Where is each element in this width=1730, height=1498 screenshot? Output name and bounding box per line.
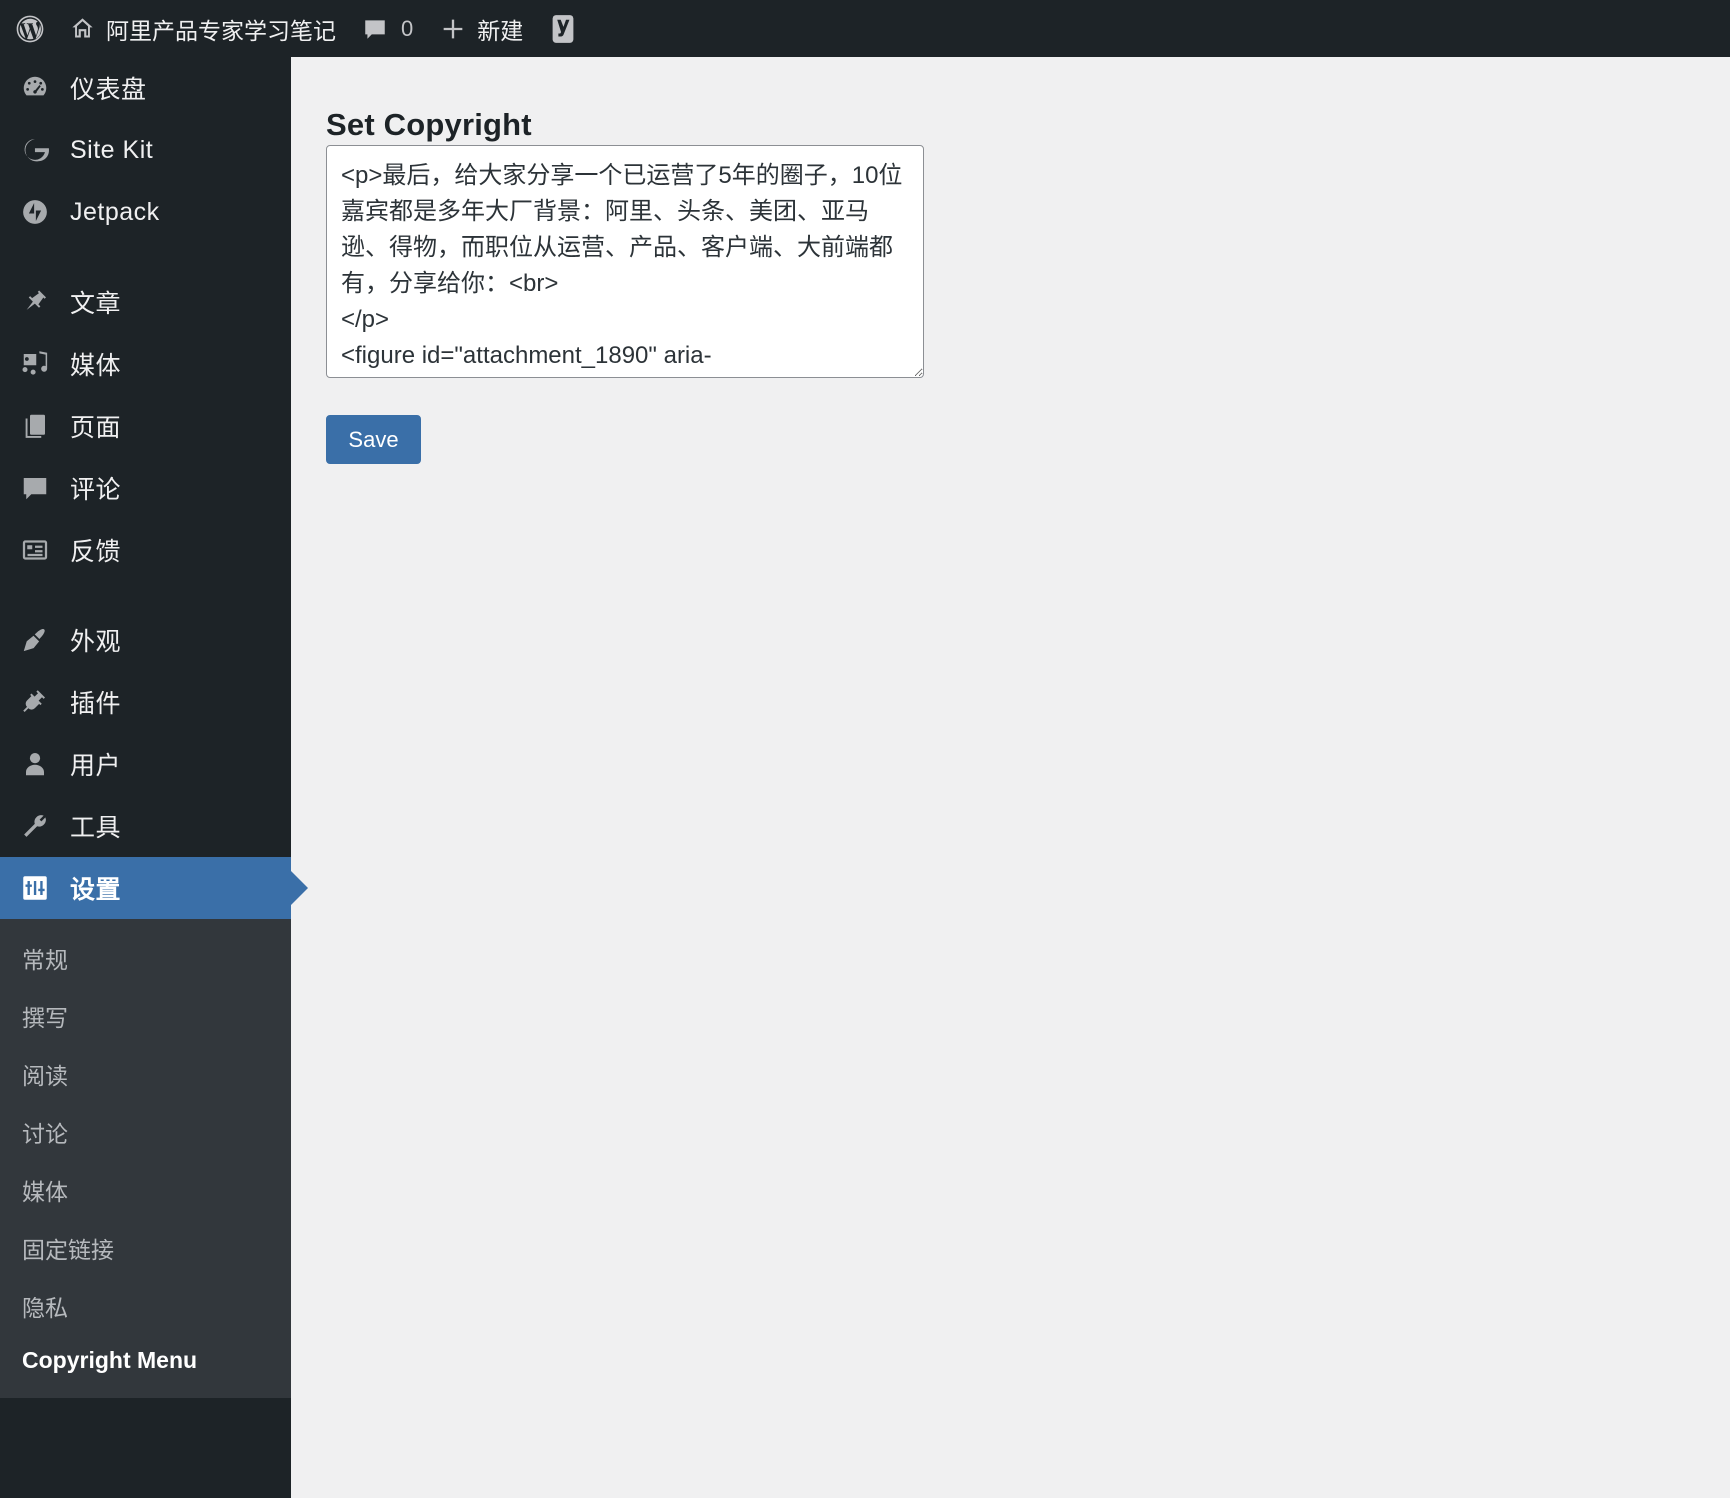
submenu-item-permalinks[interactable]: 固定链接 [0, 1219, 291, 1277]
submenu-item-media[interactable]: 媒体 [0, 1161, 291, 1219]
admin-bar: 阿里产品专家学习笔记 0 新建 [0, 0, 1730, 57]
sidebar-item-plugins[interactable]: 插件 [0, 671, 291, 733]
feedback-icon [18, 533, 52, 567]
admin-menu-list: 仪表盘 Site Kit Jetpack 文章 媒体 页面 评论 反馈 外观 插… [0, 57, 308, 1398]
submenu-item-copyright-menu[interactable]: Copyright Menu [0, 1335, 291, 1386]
media-icon [18, 347, 52, 381]
new-content-label: 新建 [477, 17, 524, 44]
sidebar-item-label: Jetpack [70, 197, 160, 226]
settings-sliders-icon [18, 871, 52, 905]
yoast-seo-logo-icon [549, 14, 577, 44]
plugin-icon [18, 685, 52, 719]
sidebar-item-label: 反馈 [70, 538, 122, 566]
sidebar-item-label: 文章 [70, 290, 122, 318]
sidebar-item-posts[interactable]: 文章 [0, 271, 291, 333]
sidebar-item-label: 工具 [70, 814, 122, 842]
sidebar-item-label: 仪表盘 [70, 76, 147, 104]
wrench-icon [18, 809, 52, 843]
copyright-textarea[interactable] [326, 145, 924, 378]
pages-icon [18, 409, 52, 443]
sidebar-item-media[interactable]: 媒体 [0, 333, 291, 395]
wordpress-logo-icon [14, 13, 46, 45]
settings-submenu-list: 常规 撰写 阅读 讨论 媒体 固定链接 隐私 Copyright Menu [0, 919, 291, 1398]
user-icon [18, 747, 52, 781]
paintbrush-icon [18, 623, 52, 657]
jetpack-icon [18, 195, 52, 229]
sidebar-item-appearance[interactable]: 外观 [0, 609, 291, 671]
sidebar-item-tools[interactable]: 工具 [0, 795, 291, 857]
sidebar-item-label: 外观 [70, 628, 122, 656]
sidebar-item-dashboard[interactable]: 仪表盘 [0, 57, 291, 119]
settings-submenu: 常规 撰写 阅读 讨论 媒体 固定链接 隐私 Copyright Menu [0, 919, 291, 1398]
comments-menu[interactable]: 0 [349, 0, 426, 57]
comments-count: 0 [401, 15, 414, 41]
menu-separator [0, 581, 291, 609]
sidebar-item-label: Site Kit [70, 135, 154, 164]
comment-bubble-icon [18, 471, 52, 505]
sidebar-item-jetpack[interactable]: Jetpack [0, 181, 291, 243]
sidebar-item-label: 插件 [70, 690, 122, 718]
home-icon [69, 15, 96, 42]
sidebar-item-pages[interactable]: 页面 [0, 395, 291, 457]
comment-bubble-icon [362, 16, 388, 42]
main-content: Set Copyright Save [291, 57, 1730, 1498]
save-button[interactable]: Save [326, 415, 421, 464]
sidebar-item-label: 媒体 [70, 352, 122, 380]
pin-icon [18, 285, 52, 319]
admin-sidebar: 仪表盘 Site Kit Jetpack 文章 媒体 页面 评论 反馈 外观 插… [0, 57, 308, 1498]
sidebar-item-settings[interactable]: 设置 [0, 857, 308, 919]
site-name-label: 阿里产品专家学习笔记 [106, 17, 336, 44]
new-content-menu[interactable]: 新建 [426, 0, 536, 57]
yoast-menu[interactable] [536, 0, 590, 57]
google-site-kit-icon [18, 133, 52, 167]
menu-separator [0, 243, 291, 271]
submenu-item-discussion[interactable]: 讨论 [0, 1103, 291, 1161]
sidebar-item-label: 页面 [70, 414, 122, 442]
site-name-menu[interactable]: 阿里产品专家学习笔记 [56, 0, 349, 57]
submenu-item-privacy[interactable]: 隐私 [0, 1277, 291, 1335]
sidebar-item-feedback[interactable]: 反馈 [0, 519, 291, 581]
plus-icon [439, 15, 467, 43]
submenu-item-general[interactable]: 常规 [0, 929, 291, 987]
sidebar-item-comments[interactable]: 评论 [0, 457, 291, 519]
sidebar-item-label: 评论 [70, 476, 122, 504]
sidebar-item-label: 设置 [70, 876, 122, 904]
sidebar-item-label: 用户 [70, 752, 122, 780]
dashboard-icon [18, 71, 52, 105]
wordpress-logo-menu[interactable] [0, 0, 56, 57]
submenu-item-reading[interactable]: 阅读 [0, 1045, 291, 1103]
sidebar-item-site-kit[interactable]: Site Kit [0, 119, 291, 181]
submenu-item-writing[interactable]: 撰写 [0, 987, 291, 1045]
page-title: Set Copyright [326, 106, 532, 142]
sidebar-item-users[interactable]: 用户 [0, 733, 291, 795]
